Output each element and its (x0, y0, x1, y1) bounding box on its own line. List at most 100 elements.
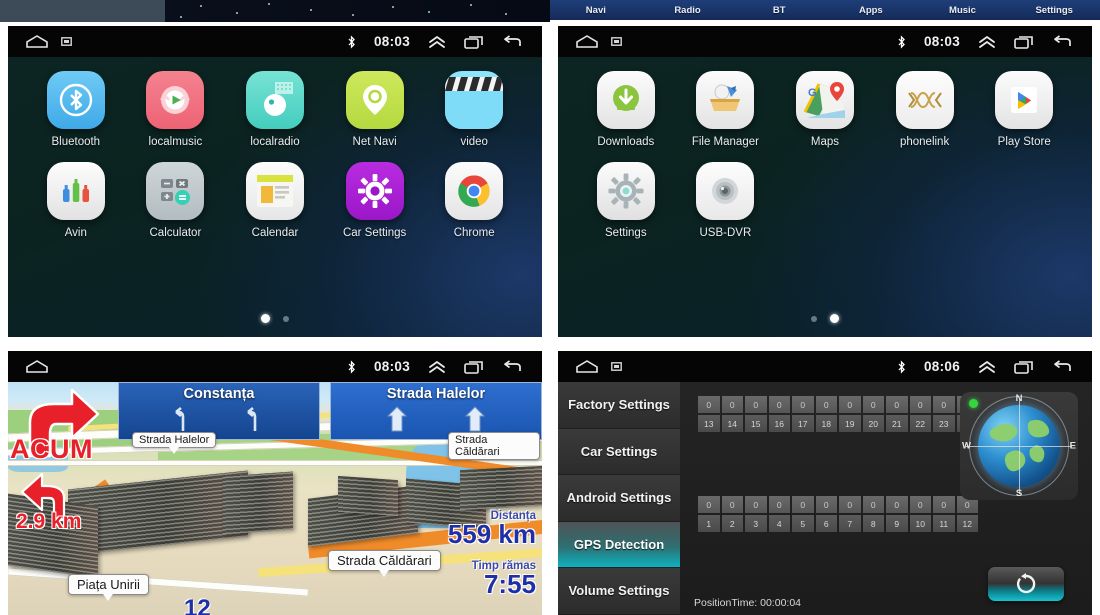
sat-id: 13 (698, 415, 720, 432)
page-dot-1[interactable] (811, 315, 817, 322)
app-label: video (460, 136, 488, 148)
avin-icon (46, 162, 105, 220)
app-play-store[interactable]: Play Store (974, 71, 1074, 148)
maneuver-now-label: ACUM (10, 434, 93, 464)
sat-signal: 0 (839, 496, 861, 513)
back-icon[interactable] (1052, 34, 1072, 49)
chevron-up-icon[interactable] (428, 35, 446, 49)
back-icon[interactable] (502, 359, 522, 374)
gps-compass-widget: N S W E (960, 392, 1078, 500)
refresh-icon (1016, 573, 1036, 594)
app-phonelink[interactable]: phonelink (875, 71, 975, 148)
app-label: File Manager (691, 136, 759, 148)
app-maps[interactable]: G Maps (775, 71, 875, 148)
sat-id: 6 (815, 515, 837, 532)
net-navi-icon (345, 71, 404, 129)
sidebar-item-car-settings[interactable]: Car Settings (558, 428, 680, 475)
sign-street-name: Strada Halelor (386, 386, 486, 402)
page-dot-2[interactable] (283, 315, 289, 322)
local-radio-icon (245, 71, 304, 129)
top-tab-strip[interactable]: Navi Radio BT Apps Music Settings (550, 0, 1100, 20)
tab-radio[interactable]: Radio (642, 5, 734, 16)
status-time: 08:03 (373, 34, 410, 49)
app-car-settings[interactable]: Car Settings (325, 162, 425, 239)
home-icon[interactable] (576, 35, 598, 48)
refresh-button[interactable] (988, 567, 1064, 601)
recents-icon[interactable] (464, 360, 484, 374)
app-calculator[interactable]: Calculator (126, 162, 226, 239)
panel-app-drawer-page2: Navi Radio BT Apps Music Settings 08:03 … (550, 0, 1100, 345)
app-localradio[interactable]: localradio (225, 71, 325, 148)
tab-apps[interactable]: Apps (825, 5, 917, 16)
sat-id: 10 (909, 515, 931, 532)
app-label: Net Navi (352, 136, 397, 148)
calculator-icon (146, 162, 205, 220)
recents-icon[interactable] (1014, 360, 1034, 374)
street-callout: Strada Căldărari (448, 432, 540, 460)
sat-signal: 0 (909, 496, 931, 513)
page-dot-1[interactable] (261, 314, 270, 323)
app-net-navi[interactable]: Net Navi (325, 71, 425, 148)
chrome-icon (445, 162, 504, 220)
app-localmusic[interactable]: localmusic (126, 71, 226, 148)
sidebar-item-factory-settings[interactable]: Factory Settings (558, 382, 680, 429)
compass-south-label: S (1015, 488, 1023, 499)
settings-side-menu: Factory Settings Car Settings Android Se… (558, 382, 680, 615)
app-file-manager[interactable]: File Manager (676, 71, 776, 148)
head-unit-screen-3: 08:03 Constanța Strada Halelor ACUM 2.9 … (8, 351, 542, 615)
satellite-group-top: 0 0 0 0 0 0 0 0 0 0 0 0 (698, 396, 978, 432)
app-label: Calendar (251, 227, 299, 239)
position-time-label: PositionTime: 00:00:04 (694, 597, 802, 609)
back-icon[interactable] (1052, 359, 1072, 374)
screen-icon[interactable] (611, 362, 622, 371)
app-avin[interactable]: Avin (26, 162, 126, 239)
chevron-up-icon[interactable] (978, 360, 996, 374)
app-label: localradio (250, 136, 300, 148)
app-label: localmusic (148, 136, 203, 148)
recents-icon[interactable] (464, 35, 484, 49)
app-video[interactable]: video (424, 71, 524, 148)
page-indicator-1[interactable] (8, 314, 542, 323)
tab-navi[interactable]: Navi (550, 5, 642, 16)
head-unit-screen-4: 08:06 Factory Settings Car Settings Andr… (558, 351, 1092, 615)
app-downloads[interactable]: Downloads (576, 71, 676, 148)
app-bluetooth[interactable]: Bluetooth (26, 71, 126, 148)
sat-signal: 0 (698, 496, 720, 513)
sidebar-item-android-settings[interactable]: Android Settings (558, 475, 680, 522)
home-icon[interactable] (26, 360, 48, 373)
status-bar-2: 08:03 (558, 26, 1092, 57)
panel-navigation: 08:03 Constanța Strada Halelor ACUM 2.9 … (0, 345, 550, 615)
sidebar-item-volume-settings[interactable]: Volume Settings (558, 568, 680, 615)
app-chrome[interactable]: Chrome (424, 162, 524, 239)
app-calendar[interactable]: Calendar (225, 162, 325, 239)
chevron-up-icon[interactable] (978, 35, 996, 49)
home-icon[interactable] (26, 35, 48, 48)
back-icon[interactable] (502, 34, 522, 49)
screen-icon[interactable] (611, 37, 622, 46)
screen-icon[interactable] (61, 37, 72, 46)
sat-id: 5 (792, 515, 814, 532)
top-image-strip-left (0, 0, 550, 22)
satellite-group-bottom: 0 0 0 0 0 0 0 0 0 0 0 0 1 2 3 4 5 6 7 8 … (698, 496, 978, 532)
app-drawer-1: Bluetooth localmusic localradio Net Navi… (8, 57, 542, 337)
panel-gps-settings: 08:06 Factory Settings Car Settings Andr… (550, 345, 1100, 615)
distance-value: 559 km (447, 519, 536, 549)
recents-icon[interactable] (1014, 35, 1034, 49)
tab-music[interactable]: Music (917, 5, 1009, 16)
gps-fix-indicator (969, 399, 978, 408)
chevron-up-icon[interactable] (428, 360, 446, 374)
home-icon[interactable] (576, 360, 598, 373)
page-dot-2[interactable] (830, 314, 839, 323)
app-settings[interactable]: Settings (576, 162, 676, 239)
sat-id: 20 (862, 415, 884, 432)
app-drawer-2: Downloads File Manager G Maps phonelink … (558, 57, 1092, 337)
page-indicator-2[interactable] (558, 314, 1092, 323)
tab-bt[interactable]: BT (733, 5, 825, 16)
street-callout: Strada Căldărari (328, 550, 441, 577)
app-usb-dvr[interactable]: USB-DVR (676, 162, 776, 239)
tab-settings[interactable]: Settings (1008, 5, 1100, 16)
sidebar-item-gps-detection[interactable]: GPS Detection (558, 521, 680, 568)
distance-remaining: Distanța 559 km (448, 510, 536, 547)
sat-signal: 0 (815, 396, 837, 413)
navigation-map[interactable]: Constanța Strada Halelor ACUM 2.9 km Str… (8, 382, 542, 615)
